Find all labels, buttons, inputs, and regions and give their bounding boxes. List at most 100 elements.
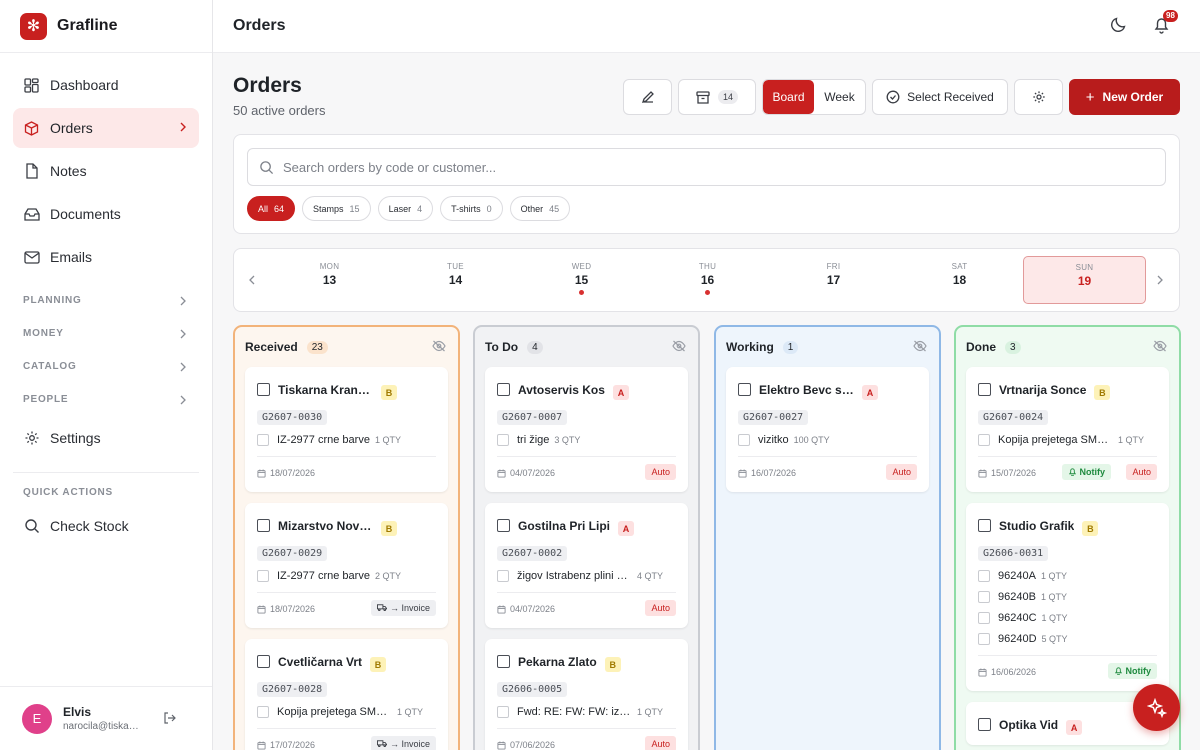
filter-chip-stamps[interactable]: Stamps 15 xyxy=(302,196,371,221)
page-title: Orders xyxy=(233,74,302,97)
sidebar-item-documents[interactable]: Documents xyxy=(13,194,199,234)
archive-button[interactable]: 14 xyxy=(678,79,756,115)
line-checkbox[interactable] xyxy=(978,570,990,582)
moon-icon[interactable] xyxy=(1110,16,1127,33)
day-of-week: SUN xyxy=(1075,263,1094,272)
card-checkbox[interactable] xyxy=(497,655,510,668)
day-sat[interactable]: SAT 18 xyxy=(898,256,1021,304)
sidebar-item-orders[interactable]: Orders xyxy=(13,108,199,148)
order-card[interactable]: Cvetličarna Vrt B G2607-0028 Kopija prejete… xyxy=(245,639,448,750)
line-checkbox[interactable] xyxy=(978,434,990,446)
chevron-right-icon[interactable] xyxy=(1156,274,1164,286)
ai-assistant-button[interactable] xyxy=(1133,684,1180,731)
auto-tag: Auto xyxy=(645,464,676,480)
day-tue[interactable]: TUE 14 xyxy=(394,256,517,304)
line-checkbox[interactable] xyxy=(497,434,509,446)
search-input[interactable] xyxy=(283,159,1083,175)
day-thu[interactable]: THU 16 xyxy=(646,256,769,304)
section-label: CATALOG xyxy=(23,361,77,372)
day-fri[interactable]: FRI 17 xyxy=(772,256,895,304)
card-checkbox[interactable] xyxy=(257,519,270,532)
column-header: Done 3 xyxy=(956,327,1179,367)
line-checkbox[interactable] xyxy=(497,570,509,582)
brand[interactable]: ✻ Grafline xyxy=(0,0,212,53)
filter-chip-tshirts[interactable]: T-shirts 0 xyxy=(440,196,503,221)
order-card[interactable]: Gostilna Pri Lipi A G2607-0002 žigov Istrab… xyxy=(485,503,688,628)
sidebar-section-catalog[interactable]: CATALOG xyxy=(13,350,199,383)
day-sun[interactable]: SUN 19 xyxy=(1023,256,1146,304)
card-checkbox[interactable] xyxy=(497,383,510,396)
line-checkbox[interactable] xyxy=(257,706,269,718)
card-checkbox[interactable] xyxy=(978,718,991,731)
line-checkbox[interactable] xyxy=(257,434,269,446)
order-card[interactable]: Pekarna Zlato B G2606-0005 Fwd: RE: FW: FW:… xyxy=(485,639,688,750)
view-week-button[interactable]: Week xyxy=(814,80,865,114)
day-wed[interactable]: WED 15 xyxy=(520,256,643,304)
filter-chip-laser[interactable]: Laser 4 xyxy=(377,196,434,221)
order-card[interactable]: Tiskarna Kranj ... B G2607-0030 IZ-2977 crn… xyxy=(245,367,448,492)
order-card[interactable]: Mizarstvo Nova... B G2607-0029 IZ-2977 crne… xyxy=(245,503,448,628)
select-received-button[interactable]: Select Received xyxy=(872,79,1008,115)
search-box[interactable] xyxy=(247,148,1166,186)
sidebar-item-settings[interactable]: Settings xyxy=(13,418,199,458)
filter-chip-all[interactable]: All 64 xyxy=(247,196,296,221)
calendar-icon xyxy=(257,740,266,750)
due-date: 07/06/2026 xyxy=(497,740,555,750)
due-date: 04/07/2026 xyxy=(497,604,555,614)
day-of-week: SAT xyxy=(951,262,968,271)
order-card[interactable]: Vrtnarija Sonce B G2607-0024 Kopija prejete… xyxy=(966,367,1169,492)
user-profile[interactable]: E Elvis narocila@tiskarna.si xyxy=(0,686,212,750)
new-order-button[interactable]: + New Order xyxy=(1069,79,1180,115)
due-date-text: 04/07/2026 xyxy=(510,604,556,614)
logout-icon[interactable] xyxy=(163,711,177,725)
sidebar-item-notes[interactable]: Notes xyxy=(13,151,199,191)
card-footer: 16/07/2026 Auto xyxy=(738,456,917,482)
chip-label: Laser xyxy=(388,203,412,214)
line-checkbox[interactable] xyxy=(738,434,750,446)
sidebar-item-dashboard[interactable]: Dashboard xyxy=(13,65,199,105)
view-board-button[interactable]: Board xyxy=(763,80,814,114)
board-settings-button[interactable] xyxy=(1014,79,1063,115)
eye-off-icon[interactable] xyxy=(1153,340,1167,352)
sidebar-section-planning[interactable]: PLANNING xyxy=(13,284,199,317)
eye-off-icon[interactable] xyxy=(432,340,446,352)
sidebar-section-people[interactable]: PEOPLE xyxy=(13,383,199,416)
line-checkbox[interactable] xyxy=(257,570,269,582)
line-checkbox[interactable] xyxy=(978,612,990,624)
card-checkbox[interactable] xyxy=(978,519,991,532)
chevron-left-icon[interactable] xyxy=(248,274,256,286)
card-checkbox[interactable] xyxy=(497,519,510,532)
category-filters: All 64 Stamps 15 Laser 4 T-shirts 0 Other 45 xyxy=(247,196,577,221)
line-item-name: 96240B xyxy=(998,591,1036,603)
notification-badge: 98 xyxy=(1163,10,1178,22)
priority-badge: B xyxy=(604,657,621,672)
check-stock-action[interactable]: Check Stock xyxy=(13,506,199,546)
chevron-right-icon xyxy=(179,361,187,373)
edit-button[interactable] xyxy=(623,79,672,115)
eye-off-icon[interactable] xyxy=(672,340,686,352)
eye-off-icon[interactable] xyxy=(913,340,927,352)
line-item-name: tri žige xyxy=(517,434,550,446)
order-card[interactable]: Studio Grafik B G2606-0031 96240A 1 QTY 96240… xyxy=(966,503,1169,691)
line-item-name: vizitko xyxy=(758,434,789,446)
order-card[interactable]: Avtoservis Kos A G2607-0007 tri žige 3 QTY 04… xyxy=(485,367,688,492)
card-checkbox[interactable] xyxy=(978,383,991,396)
order-line-item: 96240B 1 QTY xyxy=(978,591,1157,603)
bell-icon[interactable]: 98 xyxy=(1153,10,1178,34)
sidebar-item-emails[interactable]: Emails xyxy=(13,237,199,277)
line-checkbox[interactable] xyxy=(978,591,990,603)
sidebar-section-money[interactable]: MONEY xyxy=(13,317,199,350)
card-checkbox[interactable] xyxy=(257,383,270,396)
order-card[interactable]: Elektro Bevc s.p. A G2607-0027 vizitko 100 Q… xyxy=(726,367,929,492)
customer-name: Vrtnarija Sonce xyxy=(999,382,1087,397)
line-checkbox[interactable] xyxy=(497,706,509,718)
filter-chip-other[interactable]: Other 45 xyxy=(509,196,571,221)
card-checkbox[interactable] xyxy=(738,383,751,396)
line-item-qty: 4 QTY xyxy=(637,571,664,581)
card-checkbox[interactable] xyxy=(257,655,270,668)
card-footer: 17/07/2026 → Invoice xyxy=(257,728,436,750)
line-checkbox[interactable] xyxy=(978,633,990,645)
day-mon[interactable]: MON 13 xyxy=(268,256,391,304)
day-of-week: THU xyxy=(698,262,717,271)
main-content: Orders 98 Orders 50 active orders 14 Boa… xyxy=(213,0,1200,750)
